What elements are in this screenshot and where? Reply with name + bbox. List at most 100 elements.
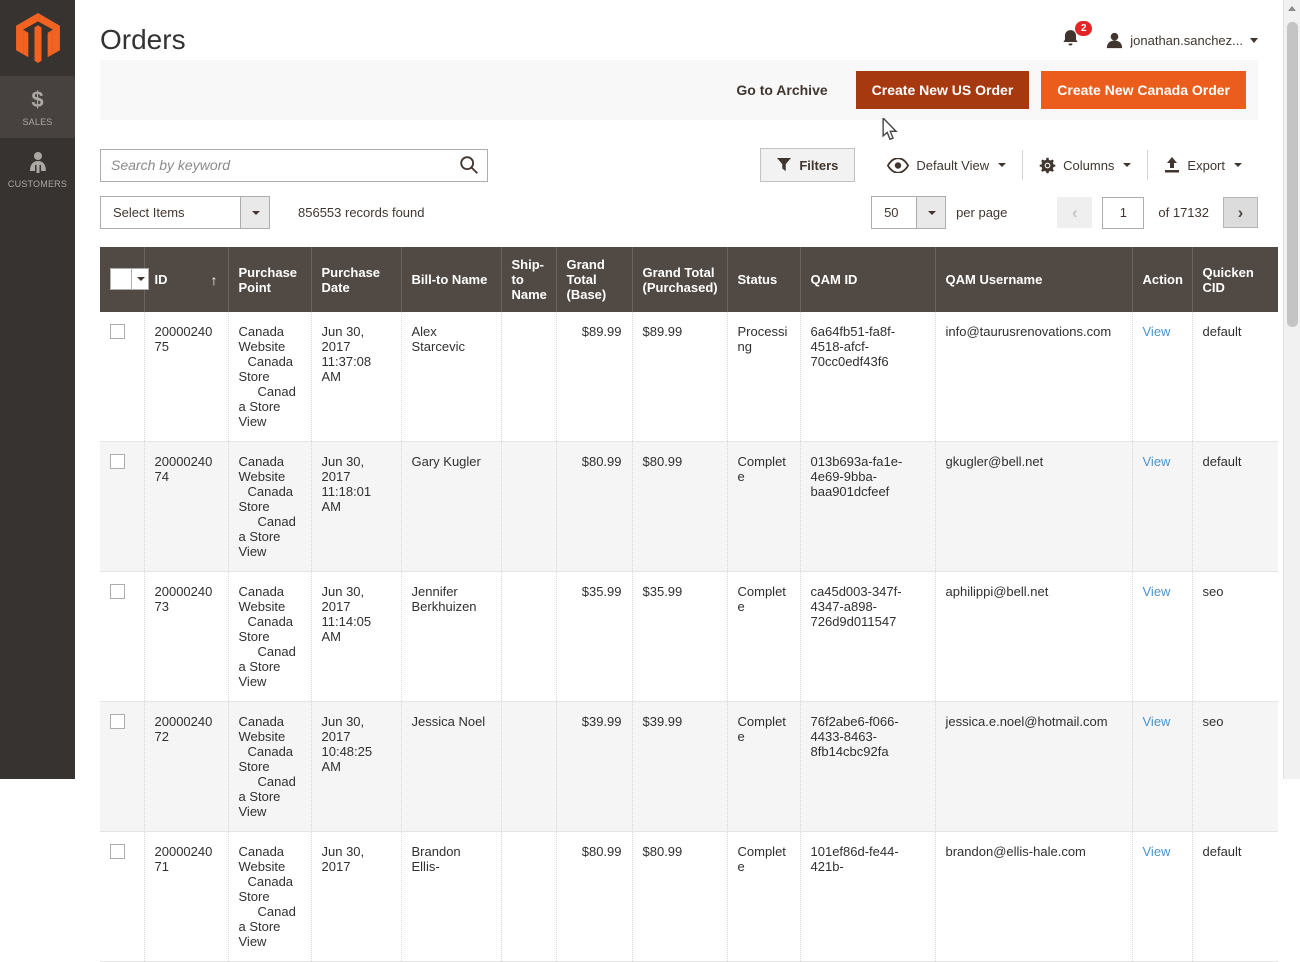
view-order-link[interactable]: View — [1143, 454, 1171, 469]
cell-ship-to — [501, 312, 556, 442]
select-all-header[interactable] — [100, 247, 144, 312]
main-content: Orders 2 jonathan.sanchez... Go to Archi… — [75, 0, 1283, 779]
cell-bill-to: Brandon Ellis- — [401, 832, 501, 962]
column-header-ship-to[interactable]: Ship-to Name — [501, 247, 556, 312]
select-items-dropdown[interactable]: Select Items — [100, 196, 270, 229]
cell-purchase-date: Jun 30, 2017 11:14:05 AM — [311, 572, 401, 702]
row-checkbox[interactable] — [110, 454, 125, 469]
orders-grid: ID↑ Purchase Point Purchase Date Bill-to… — [100, 247, 1258, 962]
row-checkbox[interactable] — [110, 714, 125, 729]
cell-grand-total-purchased: $89.99 — [632, 312, 727, 442]
view-order-link[interactable]: View — [1143, 584, 1171, 599]
person-icon — [28, 151, 48, 175]
user-avatar-icon — [1106, 32, 1123, 49]
chevron-down-icon — [928, 211, 936, 215]
search-input[interactable] — [100, 149, 488, 182]
column-header-quicken-cid[interactable]: Quicken CID — [1192, 247, 1278, 312]
filters-button[interactable]: Filters — [760, 148, 855, 182]
column-header-grand-total-purchased[interactable]: Grand Total (Purchased) — [632, 247, 727, 312]
row-checkbox[interactable] — [110, 844, 125, 859]
eye-icon — [887, 158, 909, 173]
cell-purchase-point: Canada Website Canada Store Canada Store… — [228, 572, 311, 702]
column-header-purchase-date[interactable]: Purchase Date — [311, 247, 401, 312]
view-switcher[interactable]: Default View — [871, 158, 1022, 173]
next-page-button[interactable]: › — [1223, 197, 1258, 228]
page-header: Orders 2 jonathan.sanchez... — [100, 0, 1258, 58]
table-row: 2000024072 Canada Website Canada Store C… — [100, 702, 1278, 832]
cell-grand-total-purchased: $39.99 — [632, 702, 727, 832]
export-icon — [1164, 157, 1180, 173]
header-actions: 2 jonathan.sanchez... — [1061, 28, 1258, 53]
cell-order-id: 2000024073 — [144, 572, 228, 702]
select-all-dropdown[interactable] — [110, 268, 149, 290]
column-header-status[interactable]: Status — [727, 247, 800, 312]
grid-header-row: ID↑ Purchase Point Purchase Date Bill-to… — [100, 247, 1278, 312]
scrollbar-up-button[interactable] — [1284, 0, 1300, 17]
notification-badge: 2 — [1075, 21, 1092, 36]
cell-quicken-cid: default — [1192, 312, 1278, 442]
select-all-checkbox[interactable] — [111, 269, 131, 289]
cell-order-id: 2000024072 — [144, 702, 228, 832]
column-header-grand-total-base[interactable]: Grand Total (Base) — [556, 247, 632, 312]
go-to-archive-button[interactable]: Go to Archive — [736, 82, 827, 98]
gear-icon — [1039, 157, 1056, 174]
cell-bill-to: Jennifer Berkhuizen — [401, 572, 501, 702]
cell-grand-total-base: $80.99 — [556, 832, 632, 962]
columns-control[interactable]: Columns — [1023, 157, 1147, 174]
cell-quicken-cid: default — [1192, 442, 1278, 572]
column-header-bill-to[interactable]: Bill-to Name — [401, 247, 501, 312]
cell-purchase-date: Jun 30, 2017 — [311, 832, 401, 962]
cell-status: Complete — [727, 572, 800, 702]
cell-quicken-cid: seo — [1192, 572, 1278, 702]
column-header-purchase-point[interactable]: Purchase Point — [228, 247, 311, 312]
row-checkbox[interactable] — [110, 584, 125, 599]
create-new-us-order-button[interactable]: Create New US Order — [856, 71, 1030, 109]
previous-page-button[interactable]: ‹ — [1057, 197, 1092, 228]
export-control[interactable]: Export — [1148, 157, 1258, 173]
cell-order-id: 2000024074 — [144, 442, 228, 572]
cell-quicken-cid: seo — [1192, 702, 1278, 832]
column-header-qam-username[interactable]: QAM Username — [935, 247, 1132, 312]
column-header-id[interactable]: ID↑ — [144, 247, 228, 312]
create-new-canada-order-button[interactable]: Create New Canada Order — [1041, 71, 1246, 109]
cell-ship-to — [501, 832, 556, 962]
cell-bill-to: Alex Starcevic — [401, 312, 501, 442]
scrollbar-thumb[interactable] — [1287, 22, 1298, 327]
cell-grand-total-purchased: $80.99 — [632, 442, 727, 572]
cell-ship-to — [501, 702, 556, 832]
column-header-action[interactable]: Action — [1132, 247, 1192, 312]
cell-purchase-date: Jun 30, 2017 10:48:25 AM — [311, 702, 401, 832]
chevron-down-icon — [998, 163, 1006, 167]
records-found: 856553 records found — [298, 205, 424, 220]
cell-qam-id: 101ef86d-fe44-421b- — [800, 832, 935, 962]
page-title: Orders — [100, 24, 186, 56]
cell-purchase-point: Canada Website Canada Store Canada Store… — [228, 312, 311, 442]
scroll-up-icon — [1288, 6, 1296, 11]
page-number-input[interactable] — [1102, 197, 1144, 229]
per-page-dropdown[interactable]: 50 — [871, 196, 946, 229]
username: jonathan.sanchez... — [1130, 33, 1243, 48]
cell-qam-id: ca45d003-347f-4347-a898-726d9d011547 — [800, 572, 935, 702]
cell-order-id: 2000024071 — [144, 832, 228, 962]
view-order-link[interactable]: View — [1143, 844, 1171, 859]
view-order-link[interactable]: View — [1143, 714, 1171, 729]
sidebar-item-sales[interactable]: $ SALES — [0, 76, 75, 138]
cell-qam-id: 013b693a-fa1e-4e69-9bba-baa901dcfeef — [800, 442, 935, 572]
cell-quicken-cid: default — [1192, 832, 1278, 962]
magento-logo[interactable] — [0, 0, 75, 76]
filter-icon — [777, 158, 791, 172]
vertical-scrollbar[interactable] — [1283, 0, 1300, 779]
row-checkbox[interactable] — [110, 324, 125, 339]
sidebar-item-customers[interactable]: CUSTOMERS — [0, 138, 75, 200]
cell-bill-to: Gary Kugler — [401, 442, 501, 572]
filters-label: Filters — [799, 158, 838, 173]
column-header-qam-id[interactable]: QAM ID — [800, 247, 935, 312]
columns-label: Columns — [1063, 158, 1114, 173]
cell-purchase-date: Jun 30, 2017 11:18:01 AM — [311, 442, 401, 572]
total-pages-label: of 17132 — [1158, 205, 1209, 220]
grid-actions: Filters Default View Columns — [760, 148, 1258, 182]
search-icon[interactable] — [458, 154, 480, 181]
view-order-link[interactable]: View — [1143, 324, 1171, 339]
notifications-button[interactable]: 2 — [1061, 28, 1080, 53]
user-menu[interactable]: jonathan.sanchez... — [1106, 32, 1258, 49]
